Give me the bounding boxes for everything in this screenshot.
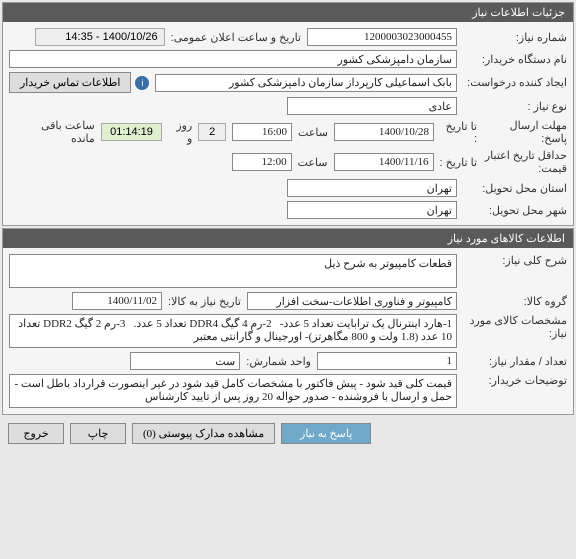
row-group: گروه کالا: تاریخ نیاز به کالا: [9, 290, 567, 312]
reply-deadline-label: مهلت ارسال پاسخ: [477, 119, 567, 145]
deliver-city-field[interactable] [287, 201, 457, 219]
to-date-label: تا تاریخ : [434, 120, 477, 145]
footer-bar: خروج چاپ مشاهده مدارک پیوستی (0) پاسخ به… [0, 417, 576, 450]
row-desc: شرح کلی نیاز: [9, 252, 567, 290]
creator-field[interactable] [155, 74, 457, 92]
spec-field[interactable] [9, 314, 457, 348]
need-date-field[interactable] [72, 292, 162, 310]
info-icon: i [135, 76, 149, 90]
price-date-field[interactable] [334, 153, 434, 171]
row-creator: ایجاد کننده درخواست: i اطلاعات تماس خرید… [9, 70, 567, 95]
announce-value: 1400/10/26 - 14:35 [35, 28, 165, 46]
row-notes: توضیحات خریدار: [9, 372, 567, 410]
row-qty: تعداد / مقدار نیاز: واحد شمارش: [9, 350, 567, 372]
row-need-type: نوع نیاز : [9, 95, 567, 117]
contact-button[interactable]: اطلاعات تماس خریدار [9, 72, 131, 93]
desc-label: شرح کلی نیاز: [457, 254, 567, 267]
row-deliver-city: شهر محل تحویل: [9, 199, 567, 221]
goods-info-panel: اطلاعات کالاهای مورد نیاز شرح کلی نیاز: … [2, 228, 574, 415]
deliver-city-label: شهر محل تحویل: [457, 204, 567, 217]
row-price-validity: حداقل تاریخ اعتبار قیمت: تا تاریخ : ساعت [9, 147, 567, 177]
row-reply-deadline: مهلت ارسال پاسخ: تا تاریخ : ساعت 2 روز و… [9, 117, 567, 147]
row-spec: مشخصات کالای مورد نیاز: [9, 312, 567, 350]
print-button[interactable]: چاپ [70, 423, 126, 444]
reply-date-field[interactable] [334, 123, 434, 141]
price-time-label: ساعت [292, 156, 334, 169]
time-left: 01:14:19 [101, 123, 162, 141]
days-left: 2 [198, 123, 226, 141]
attachments-button[interactable]: مشاهده مدارک پیوستی (0) [132, 423, 275, 444]
group-field[interactable] [247, 292, 457, 310]
announce-label: تاریخ و ساعت اعلان عمومی: [165, 31, 307, 44]
panel2-header: اطلاعات کالاهای مورد نیاز [3, 229, 573, 248]
reply-button[interactable]: پاسخ به نیاز [281, 423, 371, 444]
need-date-label: تاریخ نیاز به کالا: [162, 295, 247, 308]
unit-label: واحد شمارش: [240, 355, 317, 368]
panel1-title: جزئیات اطلاعات نیاز [472, 7, 565, 19]
price-validity-label: حداقل تاریخ اعتبار قیمت: [477, 149, 567, 175]
exit-button[interactable]: خروج [8, 423, 64, 444]
unit-field[interactable] [130, 352, 240, 370]
need-no-field[interactable] [307, 28, 457, 46]
reply-time-label: ساعت [292, 126, 334, 139]
panel1-body: شماره نیاز: تاریخ و ساعت اعلان عمومی: 14… [3, 22, 573, 225]
panel2-body: شرح کلی نیاز: گروه کالا: تاریخ نیاز به ک… [3, 248, 573, 414]
notes-label: توضیحات خریدار: [457, 374, 567, 387]
qty-label: تعداد / مقدار نیاز: [457, 355, 567, 368]
price-to-date-label: تا تاریخ : [434, 156, 477, 169]
reply-time-field[interactable] [232, 123, 292, 141]
row-need-no: شماره نیاز: تاریخ و ساعت اعلان عمومی: 14… [9, 26, 567, 48]
desc-field[interactable] [9, 254, 457, 288]
deliver-state-label: استان محل تحویل: [457, 182, 567, 195]
buyer-org-field[interactable] [9, 50, 457, 68]
row-deliver-state: استان محل تحویل: [9, 177, 567, 199]
days-unit: روز و [162, 119, 198, 145]
creator-label: ایجاد کننده درخواست: [457, 76, 567, 89]
spec-label: مشخصات کالای مورد نیاز: [457, 314, 567, 340]
panel2-title: اطلاعات کالاهای مورد نیاز [448, 233, 565, 245]
need-details-panel: جزئیات اطلاعات نیاز شماره نیاز: تاریخ و … [2, 2, 574, 226]
deliver-state-field[interactable] [287, 179, 457, 197]
panel1-header: جزئیات اطلاعات نیاز [3, 3, 573, 22]
row-buyer-org: نام دستگاه خریدار: [9, 48, 567, 70]
notes-field[interactable] [9, 374, 457, 408]
buyer-org-label: نام دستگاه خریدار: [457, 53, 567, 66]
need-no-label: شماره نیاز: [457, 31, 567, 44]
need-type-field[interactable] [287, 97, 457, 115]
need-type-label: نوع نیاز : [457, 100, 567, 113]
price-time-field[interactable] [232, 153, 292, 171]
qty-field[interactable] [317, 352, 457, 370]
time-unit: ساعت باقی مانده [9, 119, 101, 145]
group-label: گروه کالا: [457, 295, 567, 308]
